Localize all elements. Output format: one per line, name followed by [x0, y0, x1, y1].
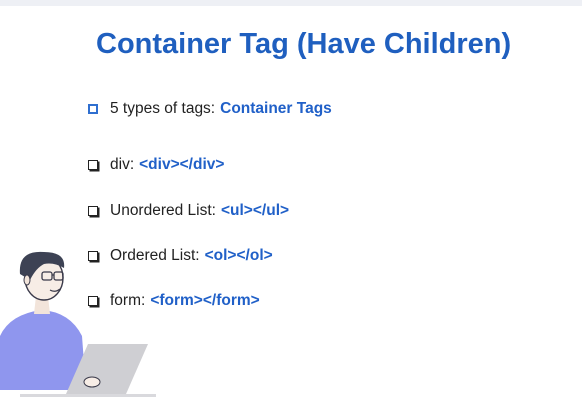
item-label: Unordered List: [110, 202, 216, 219]
list-item-div: div: <div></div> [88, 156, 224, 174]
intro-bullet: 5 types of tags: Container Tags [88, 100, 332, 118]
person-at-laptop-icon [0, 251, 156, 397]
slide: Container Tag (Have Children) 5 types of… [0, 0, 582, 402]
square-bullet-icon [88, 104, 98, 114]
item-code: <ol></ol> [204, 247, 273, 264]
intro-highlight: Container Tags [220, 100, 332, 117]
square-bullet-icon [88, 206, 98, 216]
top-strip [0, 0, 582, 6]
square-bullet-icon [88, 160, 98, 170]
list-item-ul: Unordered List: <ul></ul> [88, 202, 289, 220]
item-code: <div></div> [139, 156, 225, 173]
intro-text: 5 types of tags: [110, 100, 216, 117]
item-code: <ul></ul> [220, 202, 290, 219]
item-label: div: [110, 156, 135, 173]
slide-title: Container Tag (Have Children) [96, 28, 512, 60]
